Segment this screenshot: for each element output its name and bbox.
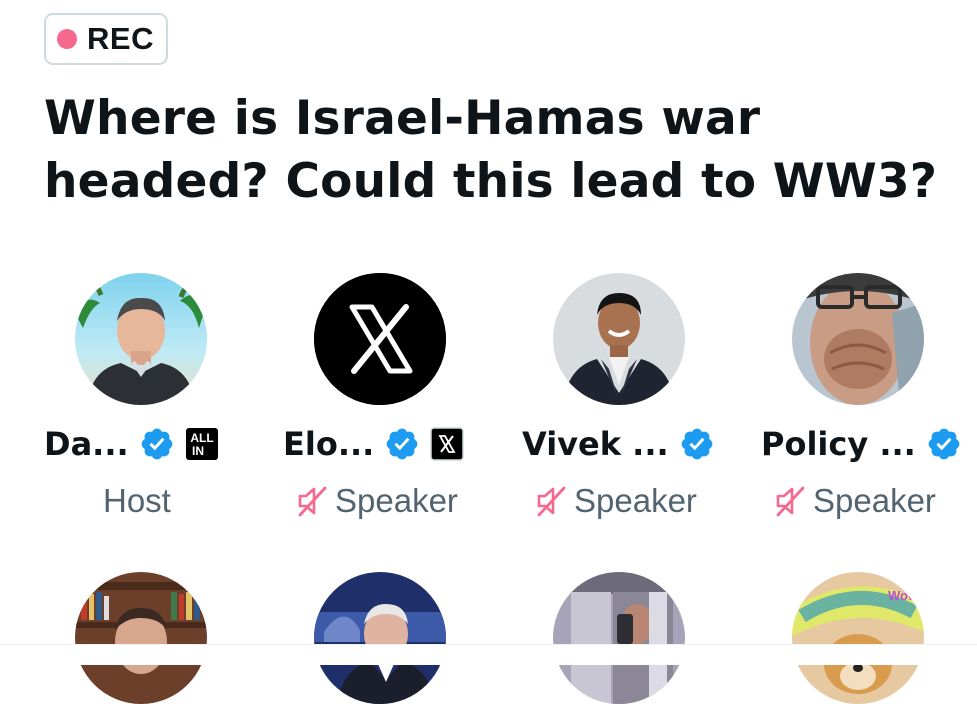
recording-indicator: REC (44, 13, 168, 65)
avatar[interactable] (75, 273, 207, 405)
participant-name-row: Elo... (283, 421, 465, 467)
participant-role: Speaker (574, 482, 697, 519)
participant-card[interactable]: Elo... Speaker (283, 273, 513, 533)
participant-card[interactable]: Vivek ... Speaker (522, 273, 752, 533)
participant-name[interactable]: Policy ... (761, 425, 916, 463)
mic-muted-icon (298, 486, 327, 517)
avatar[interactable]: Wow (792, 572, 924, 704)
participant-role: Host (103, 482, 171, 519)
participant-name-row: Da... ALL IN (44, 421, 219, 467)
doge-wow-text: Wow (888, 588, 919, 603)
avatar[interactable] (314, 273, 446, 405)
participant-name[interactable]: Vivek ... (522, 425, 669, 463)
participant-role: Speaker (813, 482, 936, 519)
participant-role-row: Speaker (773, 478, 936, 524)
avatar[interactable] (75, 572, 207, 704)
space-title-line2: headed? Could this lead to WW3? (44, 154, 938, 209)
avatar[interactable] (792, 273, 924, 405)
svg-text:ALL: ALL (190, 431, 213, 445)
participant-role-row: Host (103, 478, 171, 524)
avatar[interactable] (553, 273, 685, 405)
verified-badge-icon (141, 428, 172, 460)
recording-label: REC (87, 21, 154, 56)
participant-card[interactable]: Da... ALL IN Host (44, 273, 274, 533)
avatar[interactable] (314, 572, 446, 704)
verified-badge-icon (681, 428, 712, 460)
verified-badge-icon (928, 428, 960, 460)
verified-badge-icon (386, 428, 418, 460)
participant-role-row: Speaker (534, 478, 697, 524)
space-title: Where is Israel-Hamas war headed? Could … (44, 87, 969, 213)
svg-text:IN: IN (192, 444, 204, 458)
space-title-line1: Where is Israel-Hamas war (44, 91, 761, 146)
recording-dot-icon (57, 29, 77, 49)
participant-name[interactable]: Da... (44, 425, 129, 463)
scroll-overlay (0, 644, 977, 665)
avatar[interactable] (553, 572, 685, 704)
x-logo-icon (314, 273, 446, 405)
x-logo-icon (430, 427, 465, 461)
participant-name-row: Vivek ... (522, 421, 715, 467)
participant-role-row: Speaker (295, 478, 458, 524)
participant-name[interactable]: Elo... (283, 425, 374, 463)
mic-muted-icon (537, 486, 566, 517)
mic-muted-icon (776, 486, 805, 517)
participant-name-row: Policy ... (761, 421, 962, 467)
divider (0, 644, 977, 645)
participant-role: Speaker (335, 482, 458, 519)
all-in-logo-icon: ALL IN (185, 428, 218, 460)
participant-card[interactable]: Policy ... Speaker (761, 273, 977, 533)
